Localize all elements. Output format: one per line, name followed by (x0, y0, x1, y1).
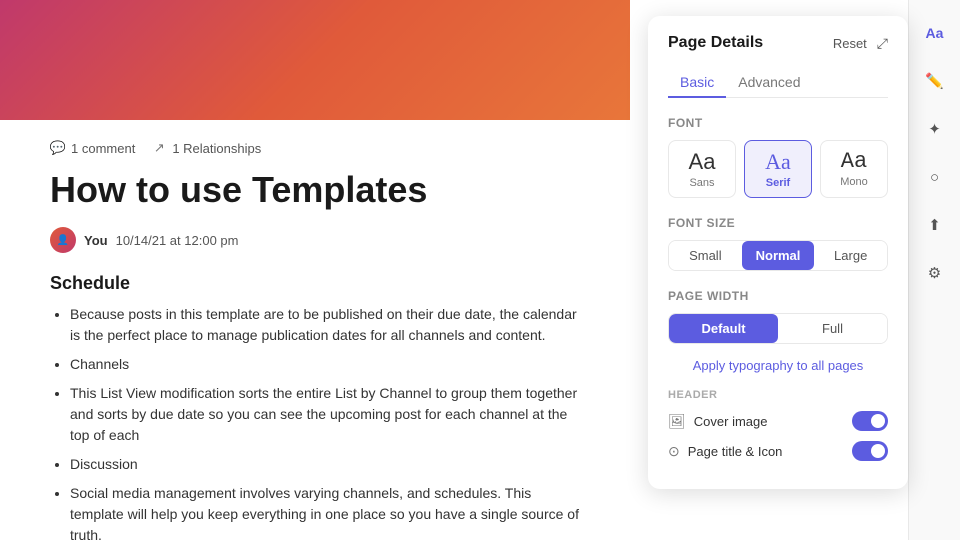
author-bar: 👤 You 10/14/21 at 12:00 pm (50, 227, 580, 253)
width-default[interactable]: Default (669, 314, 778, 343)
tab-basic[interactable]: Basic (668, 68, 726, 98)
text-icon: Aa (926, 25, 944, 41)
panel-header: Page Details Reset ⤢ (668, 34, 888, 52)
page-width-options: Default Full (668, 313, 888, 344)
comments-count: 1 comment (71, 141, 135, 156)
sidebar-icon-pen[interactable]: ✏️ (918, 64, 952, 98)
size-small[interactable]: Small (669, 241, 742, 270)
page-title-icon: ⊙ (668, 443, 680, 460)
section-heading: Schedule (50, 273, 580, 294)
right-sidebar: Aa ✏️ ✦ ○ ⬆ ⚙ (908, 0, 960, 540)
page-title: How to use Templates (50, 168, 580, 211)
page-title-text: Page title & Icon (688, 444, 783, 459)
page-width-label: Page Width (668, 289, 888, 303)
pen-icon: ✏️ (925, 72, 944, 90)
font-label-serif: Serif (766, 177, 790, 189)
font-size-options: Small Normal Large (668, 240, 888, 271)
sidebar-icon-search[interactable]: ○ (918, 160, 952, 194)
relationships-meta[interactable]: ↗ 1 Relationships (151, 140, 261, 156)
font-size-label: Font Size (668, 216, 888, 230)
relationships-count: 1 Relationships (172, 141, 261, 156)
list-item: Channels (70, 354, 580, 375)
sidebar-icon-text[interactable]: Aa (918, 16, 952, 50)
content-body: 💬 1 comment ↗ 1 Relationships How to use… (0, 120, 630, 540)
font-option-sans[interactable]: Aa Sans (668, 140, 736, 198)
publish-date: 10/14/21 at 12:00 pm (116, 233, 239, 248)
header-banner (0, 0, 630, 120)
cover-image-toggle-row: 🖼 Cover image (668, 411, 888, 431)
page-title-toggle[interactable] (852, 441, 888, 461)
font-section-label: Font (668, 116, 888, 130)
main-content: 💬 1 comment ↗ 1 Relationships How to use… (0, 0, 630, 540)
font-options: Aa Sans Aa Serif Aa Mono (668, 140, 888, 198)
cover-image-text: Cover image (694, 414, 768, 429)
font-preview-serif: Aa (765, 149, 791, 175)
list-item: Because posts in this template are to be… (70, 304, 580, 346)
panel-title: Page Details (668, 34, 763, 52)
cover-image-label: 🖼 Cover image (668, 413, 767, 430)
sidebar-icon-settings[interactable]: ✦ (918, 112, 952, 146)
size-large[interactable]: Large (814, 241, 887, 270)
avatar: 👤 (50, 227, 76, 253)
comments-meta[interactable]: 💬 1 comment (50, 140, 135, 156)
search-icon: ○ (930, 169, 939, 186)
list-item: This List View modification sorts the en… (70, 383, 580, 446)
width-full[interactable]: Full (778, 314, 887, 343)
gear-icon: ⚙ (928, 264, 941, 282)
page-title-label: ⊙ Page title & Icon (668, 443, 782, 460)
page-details-panel: Page Details Reset ⤢ Basic Advanced Font… (648, 16, 908, 489)
page-title-toggle-row: ⊙ Page title & Icon (668, 441, 888, 461)
sidebar-icon-gear[interactable]: ⚙ (918, 256, 952, 290)
cover-image-icon: 🖼 (668, 413, 686, 430)
cover-image-toggle[interactable] (852, 411, 888, 431)
font-label-sans: Sans (689, 177, 714, 189)
list-item: Social media management involves varying… (70, 483, 580, 540)
panel-actions: Reset ⤢ (833, 35, 888, 52)
tab-advanced[interactable]: Advanced (726, 68, 812, 98)
share-icon: ⬆ (928, 216, 941, 234)
font-option-serif[interactable]: Aa Serif (744, 140, 812, 198)
font-label-mono: Mono (840, 176, 868, 188)
settings-icon: ✦ (928, 120, 941, 138)
panel-tabs: Basic Advanced (668, 68, 888, 98)
font-preview-mono: Aa (841, 149, 867, 174)
size-normal[interactable]: Normal (742, 241, 815, 270)
header-section-label: HEADER (668, 389, 888, 401)
sidebar-icon-share[interactable]: ⬆ (918, 208, 952, 242)
author-name: You (84, 233, 108, 248)
bullet-list: Because posts in this template are to be… (50, 304, 580, 540)
relationships-icon: ↗ (151, 140, 167, 156)
list-item: Discussion (70, 454, 580, 475)
expand-button[interactable]: ⤢ (877, 35, 888, 52)
meta-bar: 💬 1 comment ↗ 1 Relationships (50, 140, 580, 156)
apply-typography-link[interactable]: Apply typography to all pages (668, 358, 888, 373)
reset-button[interactable]: Reset (833, 36, 867, 51)
font-option-mono[interactable]: Aa Mono (820, 140, 888, 198)
comment-icon: 💬 (50, 140, 66, 156)
font-preview-sans: Aa (689, 149, 716, 175)
